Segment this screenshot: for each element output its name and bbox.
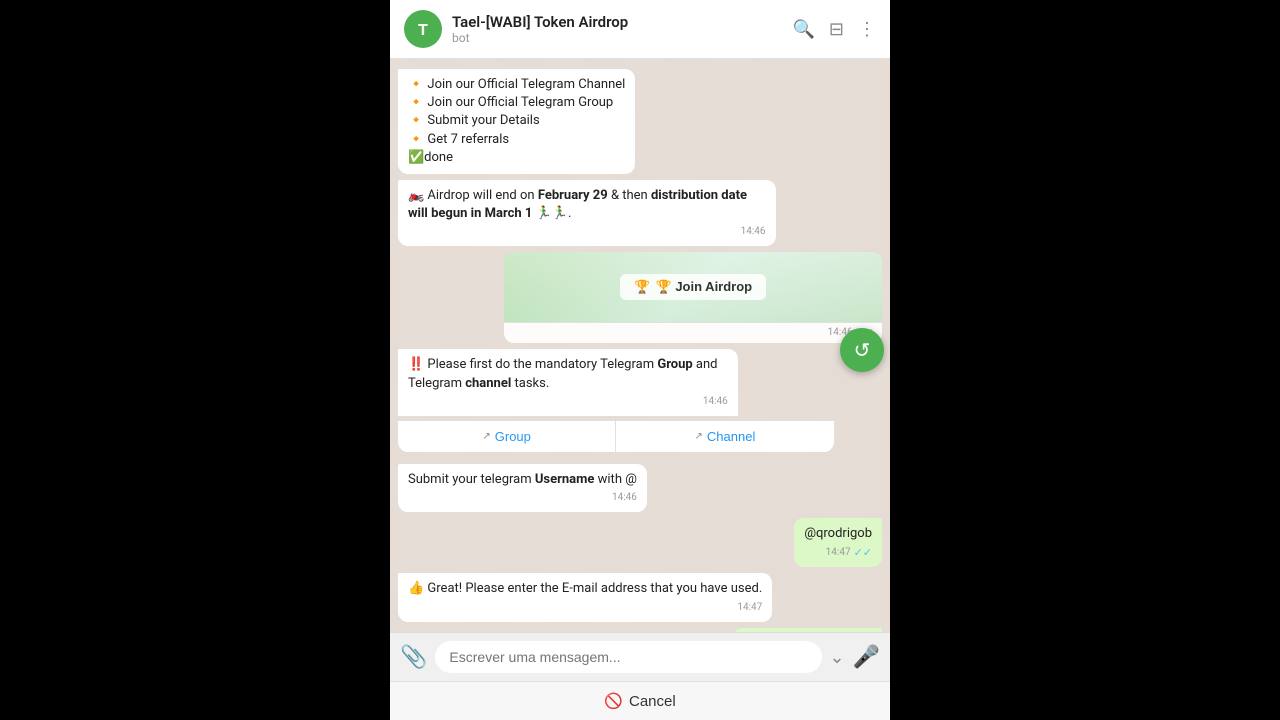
fab-refresh-button[interactable]: ↺	[840, 328, 884, 372]
join-airdrop-button[interactable]: 🏆 🏆 Join Airdrop	[620, 274, 766, 300]
bubble-incoming: ‼️ Please first do the mandatory Telegra…	[398, 349, 738, 415]
msg-line: 🔸 Join our Official Telegram Group	[408, 94, 625, 112]
msg-text: 🏍️ Airdrop will end on February 29 & the…	[408, 188, 747, 221]
message-input[interactable]	[435, 641, 821, 673]
msg-line: 🔸 Join our Official Telegram Channel	[408, 76, 625, 94]
msg-text: Submit your telegram Username with @	[408, 472, 637, 487]
mic-icon[interactable]: 🎤	[853, 645, 880, 670]
external-link-icon: ↗	[482, 431, 490, 442]
chat-header: T Tael-[WABI] Token Airdrop bot 🔍 ⊟ ⋮	[390, 0, 890, 59]
refresh-icon: ↺	[854, 338, 871, 362]
external-link-icon: ↗	[695, 431, 703, 442]
bot-action-buttons: ↗ Group ↗ Channel	[398, 420, 834, 452]
msg-time: 14:47	[408, 601, 762, 615]
join-btn-time: 14:46 ✓✓	[512, 326, 874, 339]
msg-time: 14:46	[408, 225, 766, 239]
chat-subtitle: bot	[452, 31, 792, 45]
cancel-button[interactable]: 🚫 Cancel	[604, 692, 675, 710]
msg-text: @qrodrigob	[804, 526, 872, 541]
join-airdrop-bubble: 🏆 🏆 Join Airdrop 14:46 ✓✓	[398, 252, 882, 343]
join-btn-meta: 14:46 ✓✓	[504, 322, 882, 343]
header-info: Tael-[WABI] Token Airdrop bot	[452, 13, 792, 45]
attach-icon[interactable]: 📎	[400, 645, 427, 670]
join-btn-image: 🏆 🏆 Join Airdrop	[504, 252, 882, 322]
bubble-incoming: Submit your telegram Username with @ 14:…	[398, 464, 647, 512]
input-bar: 📎 ⌄ 🎤	[390, 632, 890, 681]
message-row: Submit your telegram Username with @ 14:…	[398, 464, 882, 512]
chat-area: 🔸 Join our Official Telegram Channel 🔸 J…	[390, 59, 890, 632]
message-row: ‼️ Please first do the mandatory Telegra…	[398, 349, 882, 451]
msg-text: ‼️ Please first do the mandatory Telegra…	[408, 357, 718, 390]
msg-time: 14:46	[408, 395, 728, 409]
cancel-label: Cancel	[629, 693, 676, 710]
bubble-incoming: 🔸 Join our Official Telegram Channel 🔸 J…	[398, 69, 635, 174]
cancel-icon: 🚫	[604, 692, 623, 710]
msg-line: ✅done	[408, 149, 625, 167]
message-row: 👍 Great! Please enter the E-mail address…	[398, 573, 882, 621]
msg-time: 14:47 ✓✓	[804, 545, 872, 560]
bubble-incoming: 👍 Great! Please enter the E-mail address…	[398, 573, 772, 621]
join-btn-wrap: 🏆 🏆 Join Airdrop 14:46 ✓✓	[504, 252, 882, 343]
bubble-incoming: 🏍️ Airdrop will end on February 29 & the…	[398, 180, 776, 246]
message-row: 🔸 Join our Official Telegram Channel 🔸 J…	[398, 69, 882, 174]
msg-line: 🔸 Get 7 referrals	[408, 131, 625, 149]
msg-text: 👍 Great! Please enter the E-mail address…	[408, 581, 762, 596]
message-row: 🏍️ Airdrop will end on February 29 & the…	[398, 180, 882, 246]
bubble-outgoing: @qrodrigob 14:47 ✓✓	[794, 518, 882, 568]
group-button[interactable]: ↗ Group	[398, 421, 616, 452]
chat-title: Tael-[WABI] Token Airdrop	[452, 13, 792, 31]
double-check-icon: ✓✓	[854, 545, 872, 560]
more-icon[interactable]: ⋮	[858, 19, 876, 40]
bubble-outgoing: qrodrigob@gmail.com 14:47 ✓✓	[733, 628, 882, 632]
cancel-bar: 🚫 Cancel	[390, 681, 890, 720]
msg-time: 14:46	[408, 491, 637, 505]
header-actions: 🔍 ⊟ ⋮	[792, 19, 876, 40]
message-row: qrodrigob@gmail.com 14:47 ✓✓	[398, 628, 882, 632]
message-row: @qrodrigob 14:47 ✓✓	[398, 518, 882, 568]
avatar: T	[404, 10, 442, 48]
msg-line: 🔸 Submit your Details	[408, 112, 625, 130]
channel-button[interactable]: ↗ Channel	[616, 421, 833, 452]
search-icon[interactable]: 🔍	[792, 19, 814, 40]
columns-icon[interactable]: ⊟	[829, 19, 844, 40]
expand-icon[interactable]: ⌄	[830, 647, 845, 668]
